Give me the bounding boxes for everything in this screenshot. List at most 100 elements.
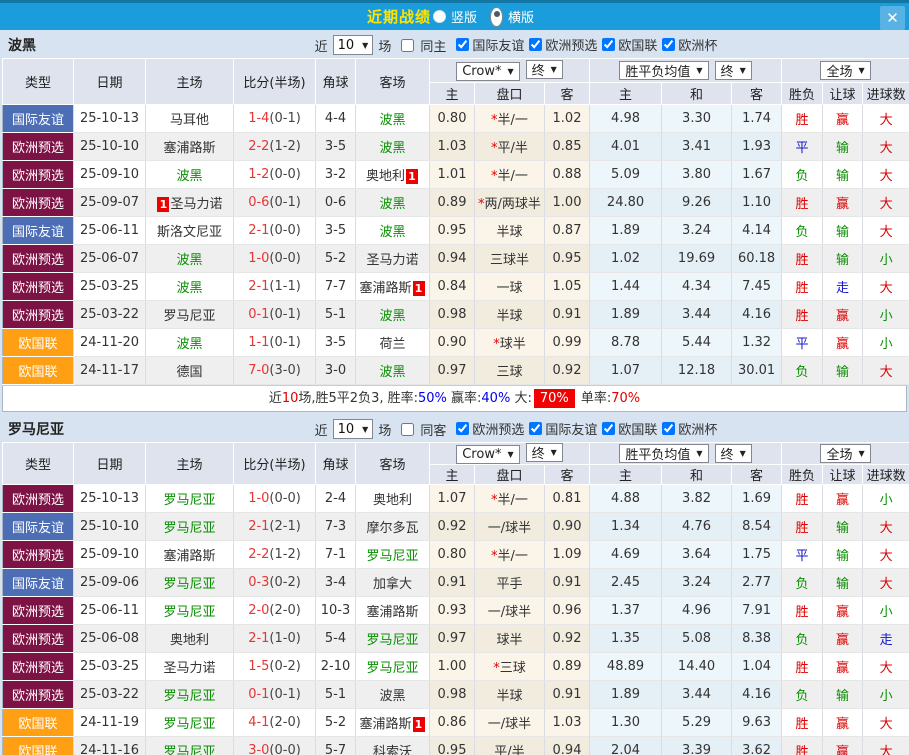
col-date: 日期 [74, 443, 146, 485]
handicap: 半球 [475, 681, 545, 709]
avg-win: 1.89 [590, 217, 662, 245]
competition-filter[interactable]: 欧国联 [597, 419, 657, 438]
competition-checkbox[interactable] [602, 422, 615, 435]
away-team: 加拿大 [356, 569, 430, 597]
competition-filter[interactable]: 欧洲预选 [524, 35, 597, 54]
competition-filter[interactable]: 国际友谊 [524, 419, 597, 438]
table-row: 欧洲预选25-03-22罗马尼亚0-1(0-1)5-1波黑0.98半球0.911… [3, 301, 909, 329]
bookmaker-select[interactable]: Crow*▼ [456, 445, 519, 464]
team-label: 马耳他 [170, 113, 209, 128]
match-type: 欧洲预选 [3, 245, 74, 273]
odds-away: 0.92 [545, 357, 590, 385]
odds-away: 0.81 [545, 485, 590, 513]
bookmaker-select[interactable]: Crow*▼ [456, 62, 519, 81]
competition-filter[interactable]: 欧洲预选 [451, 419, 524, 438]
competition-label: 欧洲杯 [678, 419, 717, 438]
avg-lose: 1.74 [732, 105, 782, 133]
same-side-filter[interactable]: 同客 [396, 420, 449, 439]
competition-filter[interactable]: 欧洲杯 [657, 35, 717, 54]
corner-score: 3-5 [316, 133, 356, 161]
match-score: 3-0(0-0) [234, 737, 316, 755]
chevron-down-icon: ▼ [696, 449, 702, 458]
avg-lose: 60.18 [732, 245, 782, 273]
team-label: 波黑 [176, 281, 202, 296]
col-handicap: 盘口 [475, 465, 545, 485]
table-row: 欧洲预选25-06-07波黑1-0(0-0)5-2圣马力诺0.94三球半0.95… [3, 245, 909, 273]
games-label: 场 [378, 420, 391, 439]
match-type: 欧洲预选 [3, 273, 74, 301]
competition-filter[interactable]: 欧国联 [597, 35, 657, 54]
avg-lose: 4.14 [732, 217, 782, 245]
competition-checkbox[interactable] [529, 38, 542, 51]
final-select[interactable]: 终▼ [526, 443, 563, 462]
team-label: 奥地利 [170, 633, 209, 648]
avg-draw: 3.64 [662, 541, 732, 569]
chevron-down-icon: ▼ [740, 449, 746, 458]
corner-score: 4-4 [316, 105, 356, 133]
home-team: 1圣马力诺 [146, 189, 234, 217]
handicap-result: 走 [823, 273, 863, 301]
table-row: 欧洲预选25-10-10塞浦路斯2-2(1-2)3-5波黑1.03*平/半0.8… [3, 133, 909, 161]
col-avg-lose: 客 [732, 465, 782, 485]
horizontal-layout-radio[interactable] [490, 7, 503, 27]
result: 胜 [782, 513, 823, 541]
match-score: 1-5(0-2) [234, 653, 316, 681]
avg-select[interactable]: 胜平负均值▼ [619, 61, 708, 80]
summary-part: 赢率: [447, 391, 482, 406]
team-label: 波黑 [176, 337, 202, 352]
fulltime-select[interactable]: 全场▼ [820, 61, 870, 80]
same-side-checkbox[interactable] [401, 423, 414, 436]
vertical-layout-radio[interactable] [433, 10, 446, 23]
team-label: 波黑 [379, 309, 405, 324]
avg-win: 1.30 [590, 709, 662, 737]
competition-checkbox[interactable] [662, 38, 675, 51]
halftime-score: (0-1) [269, 307, 300, 322]
team-label: 罗马尼亚 [366, 549, 418, 564]
red-card-badge: 1 [157, 197, 169, 212]
avg-draw: 3.44 [662, 681, 732, 709]
away-team: 罗马尼亚 [356, 653, 430, 681]
same-side-filter[interactable]: 同主 [396, 36, 449, 55]
avg-select[interactable]: 胜平负均值▼ [619, 444, 708, 463]
close-button[interactable]: ✕ [880, 6, 905, 30]
final-select[interactable]: 终▼ [715, 61, 752, 80]
chevron-down-icon: ▼ [362, 41, 368, 50]
competition-filter[interactable]: 国际友谊 [451, 35, 524, 54]
fulltime-select[interactable]: 全场▼ [820, 444, 870, 463]
competition-checkbox[interactable] [602, 38, 615, 51]
competition-checkbox[interactable] [662, 422, 675, 435]
recent-count-select[interactable]: 10▼ [333, 419, 374, 439]
final-select[interactable]: 终▼ [715, 444, 752, 463]
handicap-label: 平/半 [498, 141, 528, 156]
team-label: 加拿大 [373, 577, 412, 592]
same-side-checkbox[interactable] [401, 39, 414, 52]
fulltime-group-header: 全场▼ [782, 443, 909, 465]
odds-away: 1.09 [545, 541, 590, 569]
odds-home: 0.80 [430, 105, 475, 133]
avg-lose: 1.32 [732, 329, 782, 357]
col-odds-away: 客 [545, 83, 590, 105]
competition-filter[interactable]: 欧洲杯 [657, 419, 717, 438]
competition-checkbox[interactable] [456, 422, 469, 435]
team-label: 圣马力诺 [366, 253, 418, 268]
away-team: 奥地利 [356, 485, 430, 513]
handicap: 平/半 [475, 737, 545, 755]
competition-checkbox[interactable] [456, 38, 469, 51]
match-date: 25-09-10 [74, 161, 146, 189]
away-team: 波黑 [356, 189, 430, 217]
odds-away: 0.95 [545, 245, 590, 273]
table-row: 欧洲预选25-09-071圣马力诺0-6(0-1)0-6波黑0.89*两/两球半… [3, 189, 909, 217]
handicap: 平手 [475, 569, 545, 597]
match-date: 25-03-25 [74, 273, 146, 301]
corner-score: 5-2 [316, 245, 356, 273]
avg-lose: 30.01 [732, 357, 782, 385]
halftime-score: (1-1) [269, 279, 300, 294]
team-label: 荷兰 [379, 337, 405, 352]
recent-count-select[interactable]: 10▼ [333, 35, 374, 55]
competition-checkbox[interactable] [529, 422, 542, 435]
result: 负 [782, 569, 823, 597]
final-select[interactable]: 终▼ [526, 60, 563, 79]
halftime-score: (0-0) [269, 491, 300, 506]
team-label: 塞浦路斯 [366, 605, 418, 620]
odds-away: 0.85 [545, 133, 590, 161]
